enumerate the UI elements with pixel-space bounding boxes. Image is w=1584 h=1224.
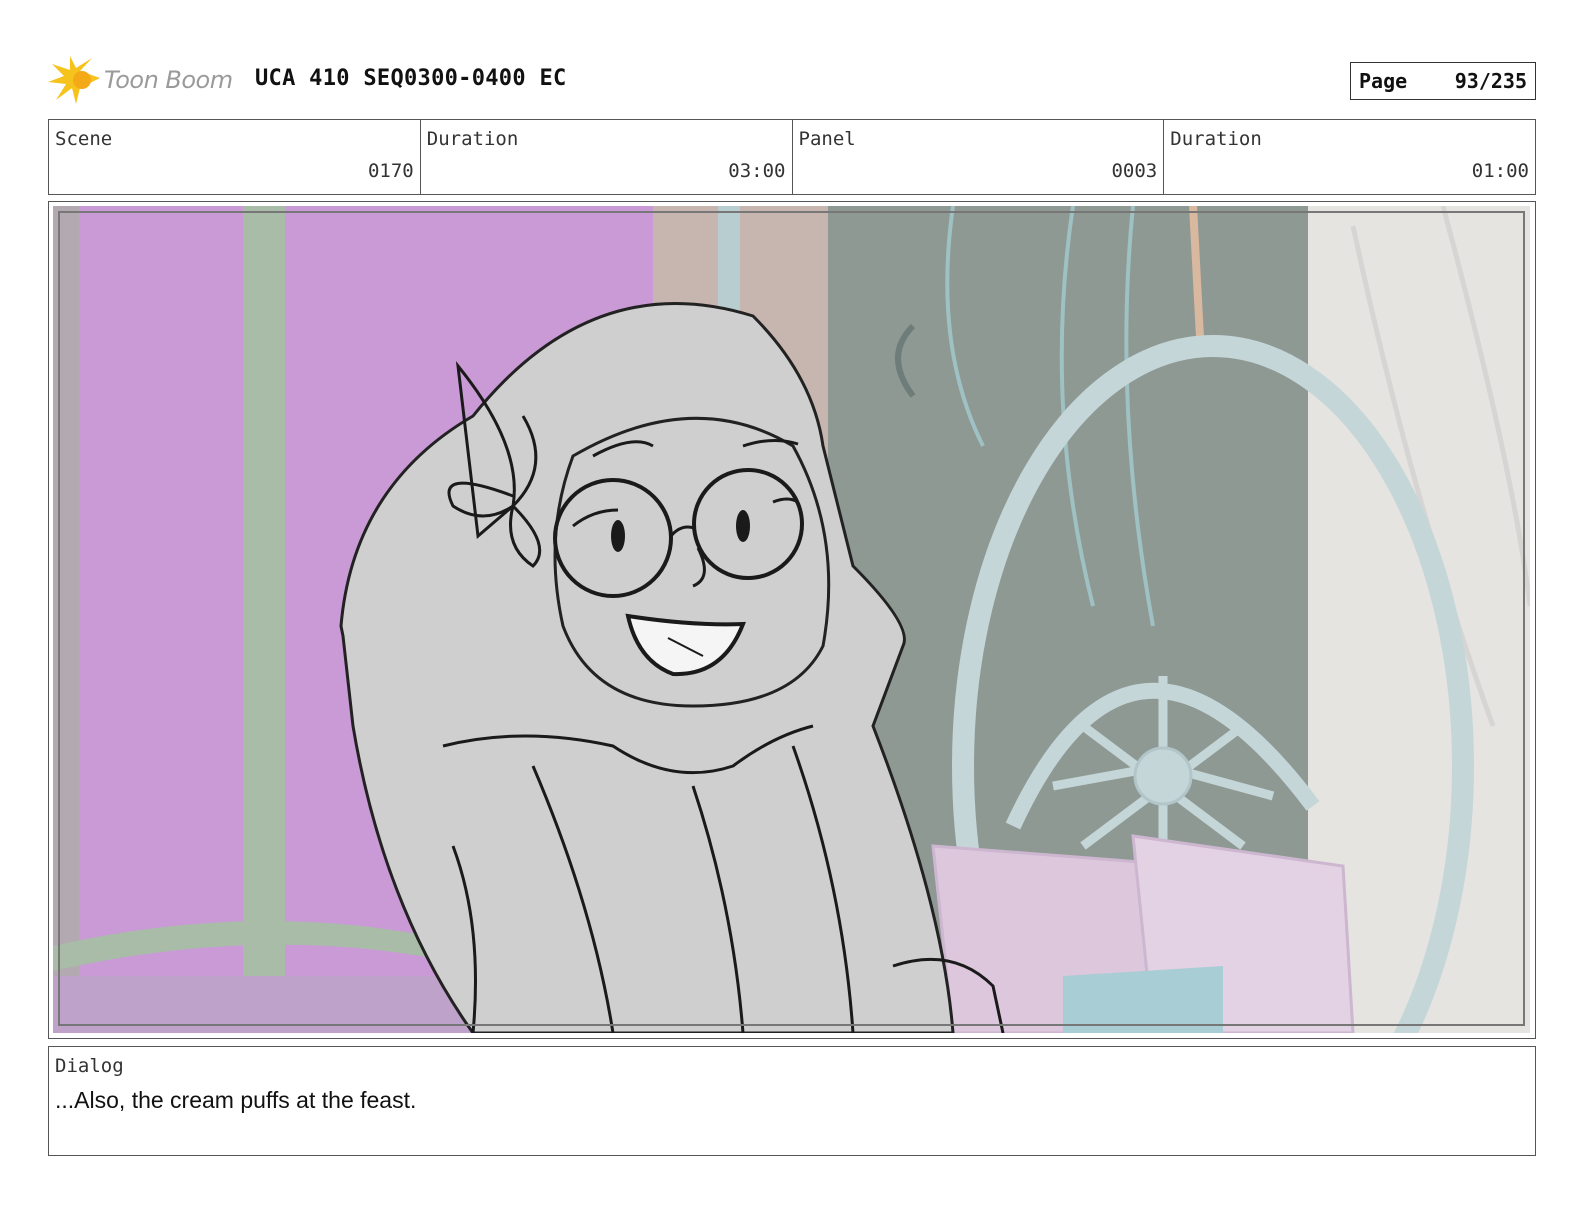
window-mullion bbox=[243, 206, 285, 1033]
document-title: UCA 410 SEQ0300-0400 EC bbox=[255, 66, 567, 91]
panel-duration-label: Duration bbox=[1170, 128, 1262, 150]
toon-boom-logo: Toon Boom bbox=[48, 56, 248, 106]
storyboard-panel bbox=[48, 201, 1536, 1039]
scene-cell: Scene 0170 bbox=[49, 120, 421, 194]
star-burst-icon bbox=[48, 56, 100, 104]
panel-cell: Panel 0003 bbox=[793, 120, 1165, 194]
scene-duration-label: Duration bbox=[426, 128, 519, 150]
scene-value: 0170 bbox=[367, 160, 414, 182]
dialog-section: Dialog ...Also, the cream puffs at the f… bbox=[48, 1046, 1536, 1156]
panel-duration-value: 01:00 bbox=[1471, 160, 1529, 182]
panel-sketch-image bbox=[53, 206, 1530, 1033]
page-number: 93/235 bbox=[1454, 69, 1527, 93]
scene-info-row: Scene 0170 Duration 03:00 Panel 0003 Dur… bbox=[48, 119, 1536, 195]
storyboard-header: Toon Boom UCA 410 SEQ0300-0400 EC Page 9… bbox=[48, 56, 1536, 106]
scene-duration-value: 03:00 bbox=[728, 160, 786, 182]
page-indicator: Page 93/235 bbox=[1350, 62, 1536, 100]
panel-duration-cell: Duration 01:00 bbox=[1164, 120, 1535, 194]
dialog-label: Dialog bbox=[55, 1055, 124, 1077]
panel-label: Panel bbox=[798, 128, 856, 150]
page-label: Page bbox=[1359, 69, 1408, 93]
dialog-text: ...Also, the cream puffs at the feast. bbox=[55, 1087, 417, 1113]
scene-duration-cell: Duration 03:00 bbox=[421, 120, 793, 194]
brand-name: Toon Boom bbox=[104, 66, 233, 94]
panel-value: 0003 bbox=[1111, 160, 1158, 182]
scene-label: Scene bbox=[55, 128, 113, 150]
